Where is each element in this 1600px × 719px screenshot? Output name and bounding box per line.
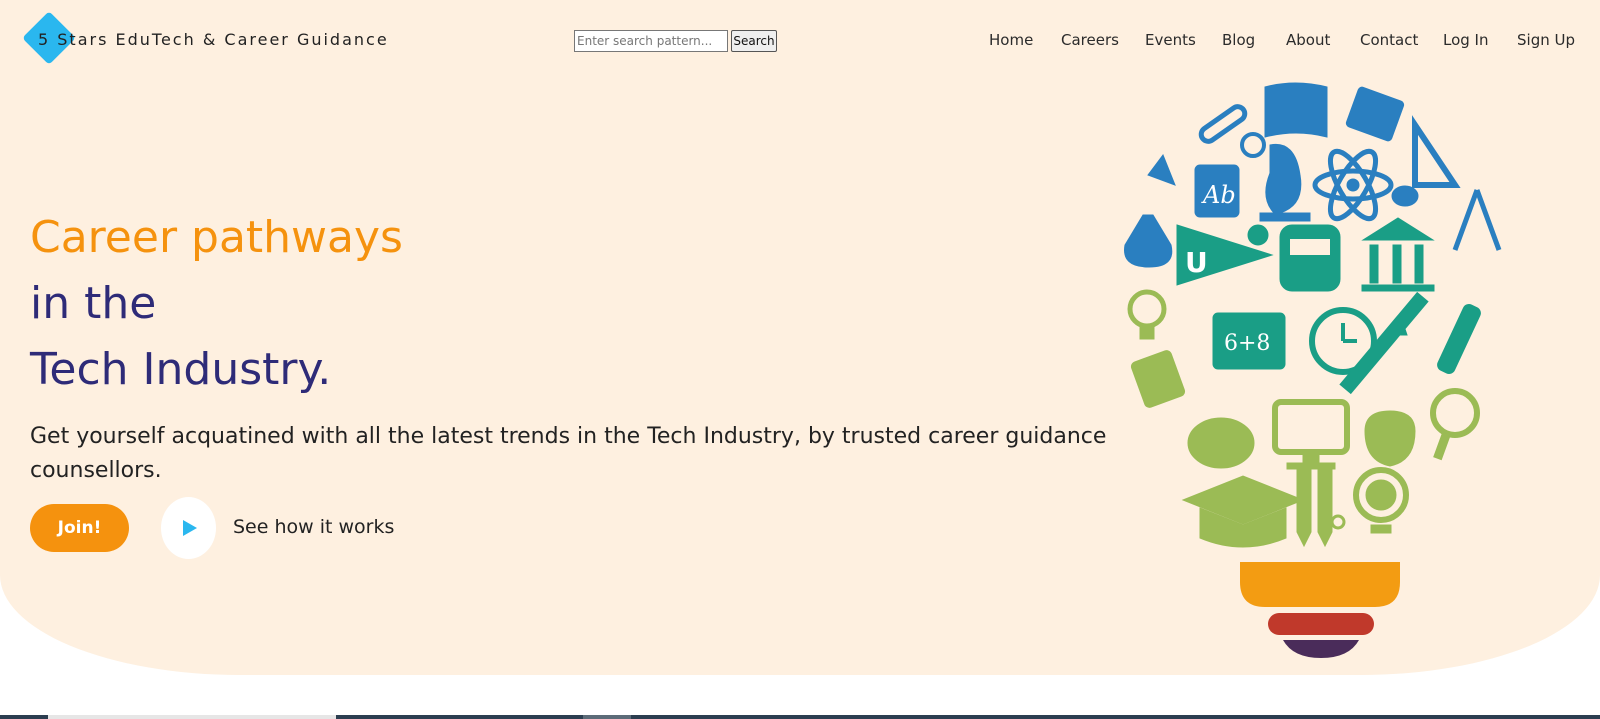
compass-icon (1452, 189, 1502, 251)
footer-bar-segment (48, 715, 336, 719)
nav-about[interactable]: About (1286, 31, 1330, 49)
nav-login[interactable]: Log In (1443, 31, 1489, 49)
bulb-small-icon (1127, 289, 1167, 329)
nav-careers[interactable]: Careers (1061, 31, 1119, 49)
bulb-tiny-icon (1330, 514, 1346, 530)
set-square-icon (1412, 115, 1461, 188)
pen-icon (1437, 304, 1481, 374)
palette-small-icon (1391, 185, 1419, 207)
atom-icon (1346, 178, 1360, 192)
nav-contact[interactable]: Contact (1360, 31, 1418, 49)
nav-signup[interactable]: Sign Up (1517, 31, 1575, 49)
apple-small-icon (1247, 224, 1269, 246)
pencil-icon (1296, 469, 1312, 548)
notepad-icon (1345, 86, 1405, 142)
calculator-icon (1130, 350, 1186, 408)
bulb-base-icon (1240, 562, 1400, 607)
museum-icon (1361, 217, 1435, 241)
search-button[interactable]: Search (731, 30, 777, 52)
hero-subtext: Get yourself acquatined with all the lat… (30, 424, 1107, 483)
book-open-icon (1264, 82, 1328, 138)
magnifier-large-icon (1430, 388, 1480, 438)
education-lightbulb-icon: Ab U 6+8 (1124, 82, 1502, 658)
monitor-icon (1272, 399, 1350, 455)
headline-line-2: in the (30, 278, 157, 329)
play-video-button[interactable] (161, 497, 216, 559)
microscope-icon (1259, 143, 1311, 222)
school-bus-icon (1279, 224, 1341, 292)
footer-bar-segment (583, 715, 631, 719)
play-icon (183, 520, 197, 536)
site-title[interactable]: 5 Stars EduTech & Career Guidance (38, 30, 389, 49)
nav-events[interactable]: Events (1145, 31, 1196, 49)
headline-line-1: Career pathways (30, 212, 403, 263)
bell-icon (1147, 153, 1176, 186)
nav-blog[interactable]: Blog (1222, 31, 1255, 49)
nav-home[interactable]: Home (989, 31, 1033, 49)
apple-icon (1364, 410, 1416, 467)
svg-text:6+8: 6+8 (1224, 331, 1270, 356)
svg-text:Ab: Ab (1201, 181, 1236, 209)
join-button[interactable]: Join! (30, 504, 129, 552)
svg-text:U: U (1185, 246, 1208, 279)
palette-icon (1187, 417, 1255, 469)
search-input[interactable] (574, 30, 728, 52)
see-how-link[interactable]: See how it works (233, 516, 394, 538)
flask-icon (1124, 214, 1173, 268)
magnifier-icon (1240, 132, 1266, 158)
test-tube-icon (1198, 104, 1248, 144)
headline-line-3: Tech Industry. (30, 344, 332, 395)
